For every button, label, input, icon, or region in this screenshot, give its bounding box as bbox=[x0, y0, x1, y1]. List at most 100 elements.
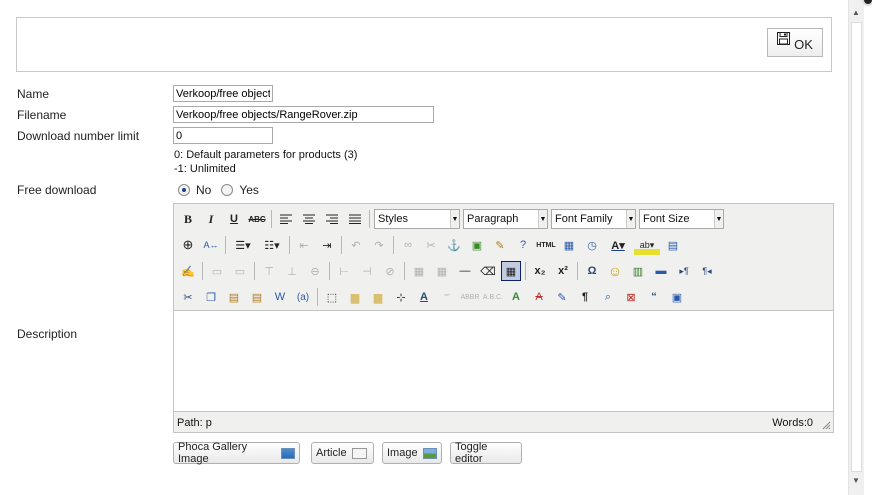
cut-icon[interactable]: ✂ bbox=[178, 287, 198, 307]
copy-icon[interactable]: ❐ bbox=[201, 287, 221, 307]
image-icon bbox=[422, 447, 437, 459]
scroll-down-icon[interactable]: ▼ bbox=[852, 476, 860, 485]
absolute-position-icon[interactable]: ⬚ bbox=[322, 287, 342, 307]
acronym-icon[interactable]: A.B.C. bbox=[483, 287, 503, 307]
cleanup-icon[interactable]: ✎ bbox=[490, 235, 510, 255]
row-props-icon[interactable]: ▭ bbox=[207, 261, 227, 281]
styles-dropdown-label: Styles bbox=[378, 213, 408, 225]
styles-dropdown[interactable]: Styles ▼ bbox=[374, 209, 460, 229]
styles-props-icon[interactable]: A bbox=[414, 287, 434, 307]
article-button[interactable]: Article bbox=[311, 442, 374, 464]
attributes-icon[interactable]: ✎ bbox=[552, 287, 572, 307]
html-source-icon[interactable]: HTML bbox=[536, 235, 556, 255]
free-download-no-radio[interactable] bbox=[178, 184, 190, 196]
edit-css-icon[interactable]: ✍ bbox=[178, 261, 198, 281]
delete-text-icon[interactable]: A bbox=[529, 287, 549, 307]
highlight-color-icon[interactable]: ab▾ bbox=[634, 235, 660, 255]
find-icon[interactable]: ⊕ bbox=[178, 235, 198, 255]
strikethrough-icon[interactable]: ABC bbox=[247, 209, 267, 229]
delete-row-icon[interactable]: ⊖ bbox=[305, 261, 325, 281]
paragraph-dropdown[interactable]: Paragraph ▼ bbox=[463, 209, 548, 229]
filename-input[interactable] bbox=[173, 106, 434, 123]
split-cells-icon[interactable]: ▦ bbox=[409, 261, 429, 281]
italic-icon[interactable]: I bbox=[201, 209, 221, 229]
toggle-editor-button[interactable]: Toggle editor bbox=[450, 441, 522, 465]
show-blocks-icon[interactable]: ¶ bbox=[575, 287, 595, 307]
abbr-icon[interactable]: ABBR bbox=[460, 287, 480, 307]
ok-button[interactable]: OK bbox=[767, 28, 823, 57]
undo-icon[interactable]: ↶ bbox=[346, 235, 366, 255]
insert-image-icon[interactable]: ▣ bbox=[467, 235, 487, 255]
align-left-icon[interactable] bbox=[276, 209, 296, 229]
cell-props-icon[interactable]: ▭ bbox=[230, 261, 250, 281]
image-label: Image bbox=[387, 447, 418, 459]
help-icon[interactable]: ? bbox=[513, 235, 533, 255]
remove-format-icon[interactable]: ⌫ bbox=[478, 261, 498, 281]
preview-icon[interactable]: ⌕ bbox=[598, 287, 618, 307]
vertical-scrollbar[interactable]: ▲ ▼ bbox=[848, 0, 864, 495]
image-icon bbox=[280, 447, 295, 459]
rtl-icon[interactable]: ¶◂ bbox=[697, 261, 717, 281]
paste-icon[interactable]: ▤ bbox=[224, 287, 244, 307]
insert-row-after-icon[interactable]: ⊥ bbox=[282, 261, 302, 281]
underline-icon[interactable]: U bbox=[224, 209, 244, 229]
numbered-list-icon[interactable]: ☷▾ bbox=[259, 235, 285, 255]
merge-cells-icon[interactable]: ▦ bbox=[432, 261, 452, 281]
font-size-dropdown-label: Font Size bbox=[643, 213, 690, 225]
font-size-dropdown[interactable]: Font Size ▼ bbox=[639, 209, 724, 229]
image-button[interactable]: Image bbox=[382, 442, 442, 464]
media-icon[interactable]: ▥ bbox=[628, 261, 648, 281]
outdent-icon[interactable]: ⇤ bbox=[294, 235, 314, 255]
bullet-list-icon[interactable]: ☰▾ bbox=[230, 235, 256, 255]
emoticon-icon[interactable]: ☺ bbox=[605, 261, 625, 281]
bold-icon[interactable]: B bbox=[178, 209, 198, 229]
template-icon[interactable]: ▣ bbox=[667, 287, 687, 307]
move-forward-icon[interactable]: ▆ bbox=[345, 287, 365, 307]
page-break-icon[interactable]: ⊠ bbox=[621, 287, 641, 307]
scroll-up-icon[interactable]: ▲ bbox=[852, 8, 860, 17]
editor-content-area[interactable] bbox=[174, 310, 833, 412]
free-download-yes-label: Yes bbox=[239, 183, 259, 197]
insert-date-icon[interactable]: ▦ bbox=[559, 235, 579, 255]
download-limit-hint-default: 0: Default parameters for products (3) bbox=[174, 149, 358, 161]
blockquote-icon[interactable]: “ bbox=[644, 287, 664, 307]
font-family-dropdown[interactable]: Font Family ▼ bbox=[551, 209, 636, 229]
insert-layer-pos-icon[interactable]: ⊹ bbox=[391, 287, 411, 307]
text-color-icon[interactable]: A▾ bbox=[605, 235, 631, 255]
align-right-icon[interactable] bbox=[322, 209, 342, 229]
resize-handle-icon[interactable] bbox=[821, 420, 831, 430]
align-center-icon[interactable] bbox=[299, 209, 319, 229]
delete-col-icon[interactable]: ⊘ bbox=[380, 261, 400, 281]
insert-col-after-icon[interactable]: ⊣ bbox=[357, 261, 377, 281]
superscript-icon[interactable]: x² bbox=[553, 261, 573, 281]
cite-icon[interactable]: “” bbox=[437, 287, 457, 307]
ltr-icon[interactable]: ▸¶ bbox=[674, 261, 694, 281]
name-input[interactable] bbox=[173, 85, 273, 102]
fullscreen-icon[interactable]: ▤ bbox=[663, 235, 683, 255]
find-replace-icon[interactable]: A↔ bbox=[201, 235, 221, 255]
insert-row-before-icon[interactable]: ⊤ bbox=[259, 261, 279, 281]
subscript-icon[interactable]: x₂ bbox=[530, 261, 550, 281]
toolbar-row-3: ✍ ▭ ▭ ⊤ ⊥ ⊖ ⊢ ⊣ ⊘ ▦ ▦ — ⌫ ▦ x₂ x² Ω ☺ ▥ … bbox=[178, 260, 720, 282]
anchor-icon[interactable]: ⚓ bbox=[444, 235, 464, 255]
move-backward-icon[interactable]: ▆ bbox=[368, 287, 388, 307]
download-limit-input[interactable] bbox=[173, 127, 273, 144]
insert-layer-icon[interactable]: ▬ bbox=[651, 261, 671, 281]
redo-icon[interactable]: ↷ bbox=[369, 235, 389, 255]
visual-aid-icon[interactable]: ▦ bbox=[501, 261, 521, 281]
insert-time-icon[interactable]: ◷ bbox=[582, 235, 602, 255]
phoca-gallery-image-button[interactable]: Phoca Gallery Image bbox=[173, 441, 300, 465]
horizontal-rule-icon[interactable]: — bbox=[455, 261, 475, 281]
select-all-icon[interactable]: (a) bbox=[293, 287, 313, 307]
link-icon[interactable]: ∞ bbox=[398, 235, 418, 255]
paste-text-icon[interactable]: ▤ bbox=[247, 287, 267, 307]
unlink-icon[interactable]: ✂ bbox=[421, 235, 441, 255]
align-justify-icon[interactable] bbox=[345, 209, 365, 229]
free-download-yes-radio[interactable] bbox=[221, 184, 234, 196]
indent-icon[interactable]: ⇥ bbox=[317, 235, 337, 255]
paste-word-icon[interactable]: W bbox=[270, 287, 290, 307]
special-char-icon[interactable]: Ω bbox=[582, 261, 602, 281]
scrollbar-thumb[interactable] bbox=[851, 22, 862, 472]
insert-col-before-icon[interactable]: ⊢ bbox=[334, 261, 354, 281]
insert-text-icon[interactable]: A bbox=[506, 287, 526, 307]
